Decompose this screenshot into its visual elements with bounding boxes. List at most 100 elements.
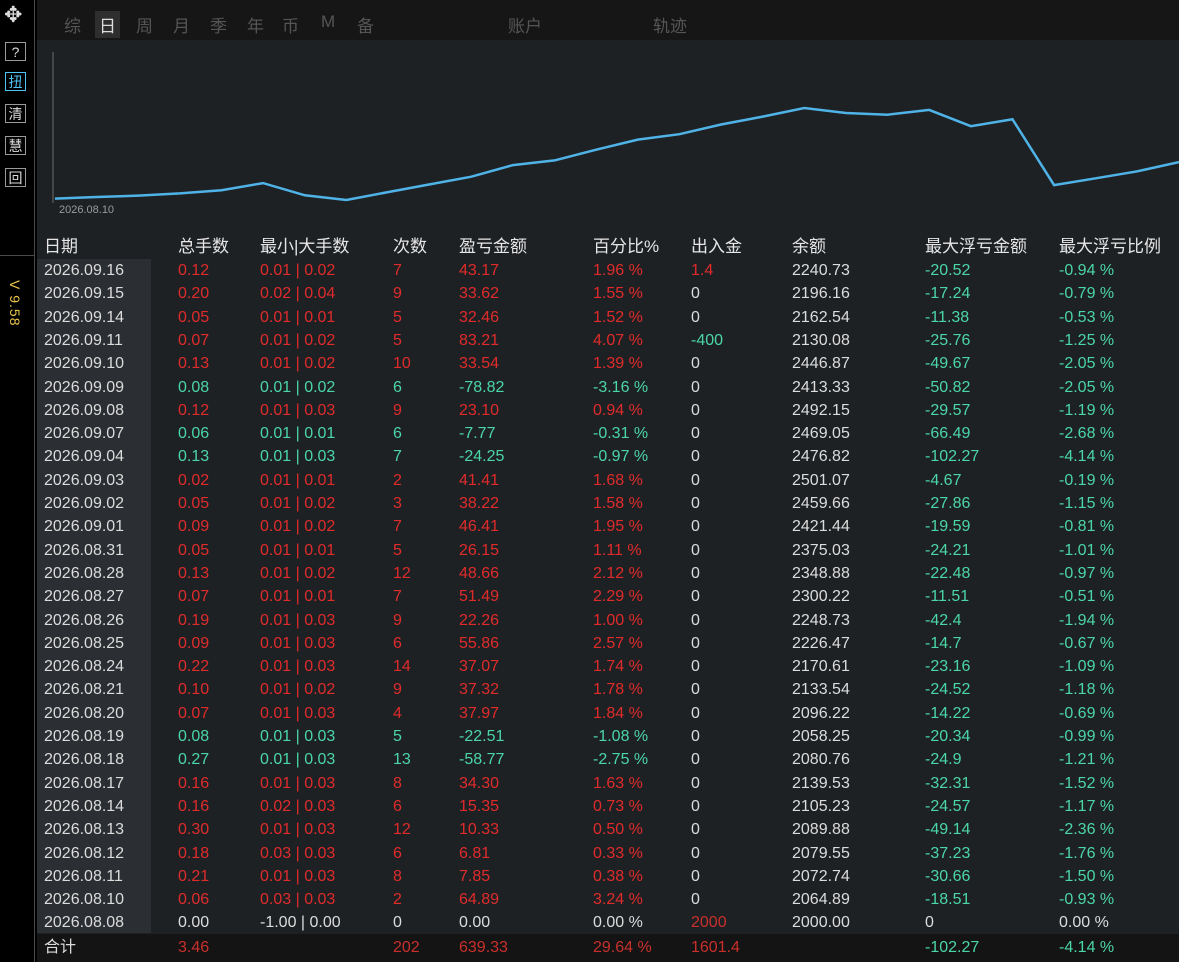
table-row[interactable]: 2026.08.11 0.21 0.01 | 0.03 8 7.85 0.38 % 0 207… (37, 865, 1179, 888)
table-row[interactable]: 2026.08.10 0.06 0.03 | 0.03 2 64.89 3.24 % 0 20… (37, 888, 1179, 911)
table-row[interactable]: 2026.09.01 0.09 0.01 | 0.02 7 46.41 1.95 % 0 24… (37, 515, 1179, 538)
tab-quarterly[interactable]: 季 (210, 12, 227, 37)
header-percent[interactable]: 百分比% (593, 235, 659, 258)
cell-balance: 2501.07 (792, 471, 850, 489)
table-row[interactable]: 2026.09.07 0.06 0.01 | 0.01 6 -7.77 -0.31 % 0 2… (37, 422, 1179, 445)
cell-range: 0.01 | 0.02 (260, 518, 336, 536)
tab-weekly[interactable]: 周 (136, 12, 153, 37)
table-row[interactable]: 2026.08.08 0.00 -1.00 | 0.00 0 0.00 0.00 % 200… (37, 911, 1179, 934)
toolbar-button-3[interactable]: 慧 (5, 136, 26, 155)
tab-backup[interactable]: 备 (357, 12, 374, 37)
cell-max-drawdown: -49.14 (925, 821, 971, 839)
cell-range: 0.03 | 0.03 (260, 891, 336, 909)
cell-percent: -2.75 % (593, 751, 649, 769)
table-row[interactable]: 2026.09.10 0.13 0.01 | 0.02 10 33.54 1.39 % 0 2… (37, 352, 1179, 375)
cell-max-drawdown: -37.23 (925, 844, 971, 862)
tab-account[interactable]: 账户 (508, 12, 542, 37)
cell-date: 2026.09.04 (44, 448, 125, 466)
table-row[interactable]: 2026.08.24 0.22 0.01 | 0.03 14 37.07 1.74 % 0 2… (37, 655, 1179, 678)
cell-max-drawdown-pct: -1.17 % (1059, 797, 1115, 815)
cell-count: 2 (393, 471, 402, 489)
move-icon[interactable]: ✥ (4, 4, 22, 26)
table-header: 日期 总手数 最小|大手数 次数 盈亏金额 百分比% 出入金 余额 最大浮亏金额… (37, 235, 1179, 258)
cell-date: 2026.08.27 (44, 588, 125, 606)
cell-lots: 0.16 (178, 774, 210, 792)
header-date[interactable]: 日期 (44, 235, 78, 258)
cell-range: 0.01 | 0.01 (260, 588, 336, 606)
table-row[interactable]: 2026.08.19 0.08 0.01 | 0.03 5 -22.51 -1.08 % 0… (37, 725, 1179, 748)
table-row[interactable]: 2026.08.25 0.09 0.01 | 0.03 6 55.86 2.57 % 0 22… (37, 632, 1179, 655)
table-row[interactable]: 2026.08.12 0.18 0.03 | 0.03 6 6.81 0.33 % 0 207… (37, 842, 1179, 865)
header-deposit[interactable]: 出入金 (691, 235, 742, 258)
cell-max-drawdown-pct: -2.68 % (1059, 425, 1115, 443)
table-row[interactable]: 2026.09.04 0.13 0.01 | 0.03 7 -24.25 -0.97 % 0… (37, 445, 1179, 468)
help-button[interactable]: ? (5, 42, 26, 61)
cell-max-drawdown: -24.9 (925, 751, 962, 769)
table-row[interactable]: 2026.09.02 0.05 0.01 | 0.02 3 38.22 1.58 % 0 24… (37, 492, 1179, 515)
table-row[interactable]: 2026.08.21 0.10 0.01 | 0.02 9 37.32 1.78 % 0 21… (37, 678, 1179, 701)
table-row[interactable]: 2026.09.08 0.12 0.01 | 0.03 9 23.10 0.94 % 0 24… (37, 399, 1179, 422)
cell-max-drawdown-pct: -0.94 % (1059, 262, 1115, 279)
tab-summary[interactable]: 综 (64, 12, 81, 37)
tab-currency[interactable]: 币 (282, 12, 299, 37)
cell-balance: 2300.22 (792, 588, 850, 606)
table-row[interactable]: 2026.08.14 0.16 0.02 | 0.03 6 15.35 0.73 % 0 21… (37, 795, 1179, 818)
cell-count: 2 (393, 891, 402, 909)
tab-monthly[interactable]: 月 (173, 12, 190, 37)
table-row[interactable]: 2026.09.11 0.07 0.01 | 0.02 5 83.21 4.07 % -40… (37, 329, 1179, 352)
header-count[interactable]: 次数 (393, 235, 427, 258)
back-button[interactable]: 回 (5, 168, 26, 187)
table-row[interactable]: 2026.09.15 0.20 0.02 | 0.04 9 33.62 1.55 % 0 21… (37, 282, 1179, 305)
cell-deposit: -400 (691, 331, 724, 349)
cell-pnl: 26.15 (459, 541, 500, 559)
table-row[interactable]: 2026.09.14 0.05 0.01 | 0.01 5 32.46 1.52 % 0 21… (37, 306, 1179, 329)
table-row[interactable]: 2026.08.13 0.30 0.01 | 0.03 12 10.33 0.50 % 0 2… (37, 818, 1179, 841)
cell-range: 0.01 | 0.02 (260, 681, 336, 699)
cell-percent: 2.57 % (593, 634, 643, 652)
cell-pnl: 43.17 (459, 262, 500, 279)
cell-pnl: 38.22 (459, 495, 500, 512)
cell-percent: 1.11 % (593, 541, 642, 559)
table-row[interactable]: 2026.08.28 0.13 0.01 | 0.02 12 48.66 2.12 % 0 2… (37, 562, 1179, 585)
tab-m[interactable]: M (321, 12, 335, 32)
cell-balance: 2089.88 (792, 821, 850, 839)
cell-deposit: 1.4 (691, 262, 714, 279)
cell-balance: 2248.73 (792, 611, 850, 629)
total-pnl: 639.33 (459, 939, 508, 956)
toolbar-button-1[interactable]: 扭 (5, 72, 26, 91)
cell-max-drawdown-pct: 0.00 % (1059, 914, 1109, 932)
header-max-drawdown[interactable]: 最大浮亏金额 (925, 235, 1027, 258)
clear-button[interactable]: 清 (5, 104, 26, 123)
cell-count: 6 (393, 844, 402, 862)
cell-range: 0.01 | 0.02 (260, 378, 336, 396)
table-row[interactable]: 2026.09.09 0.08 0.01 | 0.02 6 -78.82 -3.16 % 0… (37, 376, 1179, 399)
table-row[interactable]: 2026.08.31 0.05 0.01 | 0.01 5 26.15 1.11 % 0 23… (37, 539, 1179, 562)
cell-percent: 1.74 % (593, 658, 643, 676)
header-balance[interactable]: 余额 (792, 235, 826, 258)
table-row[interactable]: 2026.09.16 0.12 0.01 | 0.02 7 43.17 1.96 % 1.4… (37, 259, 1179, 282)
table-row[interactable]: 2026.08.26 0.19 0.01 | 0.03 9 22.26 1.00 % 0 22… (37, 609, 1179, 632)
cell-range: 0.01 | 0.03 (260, 728, 336, 745)
cell-count: 8 (393, 774, 402, 792)
header-max-drawdown-pct[interactable]: 最大浮亏比例 (1059, 235, 1161, 258)
cell-max-drawdown-pct: -1.09 % (1059, 658, 1115, 676)
cell-lots: 0.07 (178, 704, 210, 722)
cell-balance: 2492.15 (792, 401, 850, 419)
tab-daily[interactable]: 日 (95, 11, 120, 38)
cell-deposit: 0 (691, 611, 700, 629)
table-row[interactable]: 2026.08.27 0.07 0.01 | 0.01 7 51.49 2.29 % 0 23… (37, 585, 1179, 608)
cell-count: 6 (393, 378, 402, 396)
cell-range: -1.00 | 0.00 (260, 914, 341, 932)
total-percent: 29.64 % (593, 939, 652, 956)
table-row[interactable]: 2026.09.03 0.02 0.01 | 0.01 2 41.41 1.68 % 0 25… (37, 469, 1179, 492)
table-row[interactable]: 2026.08.17 0.16 0.01 | 0.03 8 34.30 1.63 % 0 21… (37, 772, 1179, 795)
table-row[interactable]: 2026.08.18 0.27 0.01 | 0.03 13 -58.77 -2.75 %… (37, 748, 1179, 771)
header-pnl[interactable]: 盈亏金额 (459, 235, 527, 258)
cell-pnl: 37.32 (459, 681, 500, 699)
header-min-max-lots[interactable]: 最小|大手数 (260, 235, 349, 258)
tab-track[interactable]: 轨迹 (653, 12, 687, 37)
table-row[interactable]: 2026.08.20 0.07 0.01 | 0.03 4 37.97 1.84 % 0 20… (37, 702, 1179, 725)
cell-max-drawdown: -27.86 (925, 495, 971, 512)
header-total-lots[interactable]: 总手数 (178, 235, 229, 258)
tab-yearly[interactable]: 年 (247, 12, 264, 37)
